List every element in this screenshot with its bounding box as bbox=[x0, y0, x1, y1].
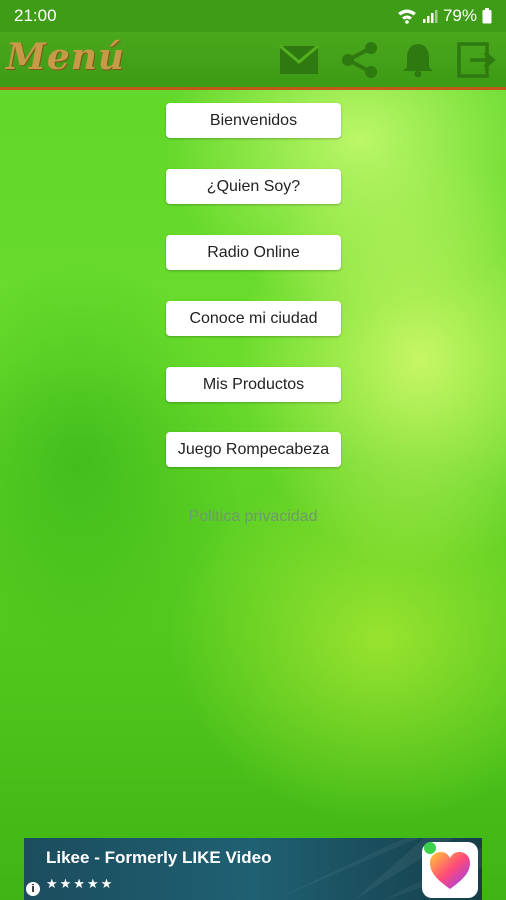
bell-icon[interactable] bbox=[398, 42, 438, 78]
mail-icon[interactable] bbox=[279, 42, 319, 78]
quien-soy-button[interactable]: ¿Quien Soy? bbox=[166, 169, 341, 204]
conoce-mi-ciudad-button[interactable]: Conoce mi ciudad bbox=[166, 301, 341, 336]
page-title: Menú bbox=[6, 36, 126, 78]
status-bar: 21:00 79% bbox=[0, 0, 506, 32]
battery-percent: 79% bbox=[442, 6, 477, 25]
share-icon[interactable] bbox=[340, 42, 380, 78]
exit-icon[interactable] bbox=[456, 42, 496, 78]
app-bar: Menú bbox=[0, 32, 506, 90]
ad-title[interactable]: Likee - Formerly LIKE Video bbox=[46, 848, 271, 868]
ad-rating-stars: ★★★★★ bbox=[46, 876, 115, 891]
privacy-policy-link[interactable]: Politica privacidad bbox=[0, 508, 506, 526]
radio-online-button[interactable]: Radio Online bbox=[166, 235, 341, 270]
status-time: 21:00 bbox=[14, 6, 57, 25]
heart-icon bbox=[424, 842, 470, 889]
mis-productos-button[interactable]: Mis Productos bbox=[166, 367, 341, 402]
battery-icon bbox=[482, 8, 492, 24]
signal-icon bbox=[422, 10, 438, 23]
juego-rompecabeza-button[interactable]: Juego Rompecabeza bbox=[166, 432, 341, 467]
wifi-icon bbox=[397, 9, 416, 24]
ad-banner[interactable]: Likee - Formerly LIKE Video ★★★★★ i bbox=[24, 838, 482, 900]
ad-info-icon[interactable]: i bbox=[26, 882, 40, 896]
bienvenidos-button[interactable]: Bienvenidos bbox=[166, 103, 341, 138]
likee-logo[interactable] bbox=[422, 842, 478, 898]
